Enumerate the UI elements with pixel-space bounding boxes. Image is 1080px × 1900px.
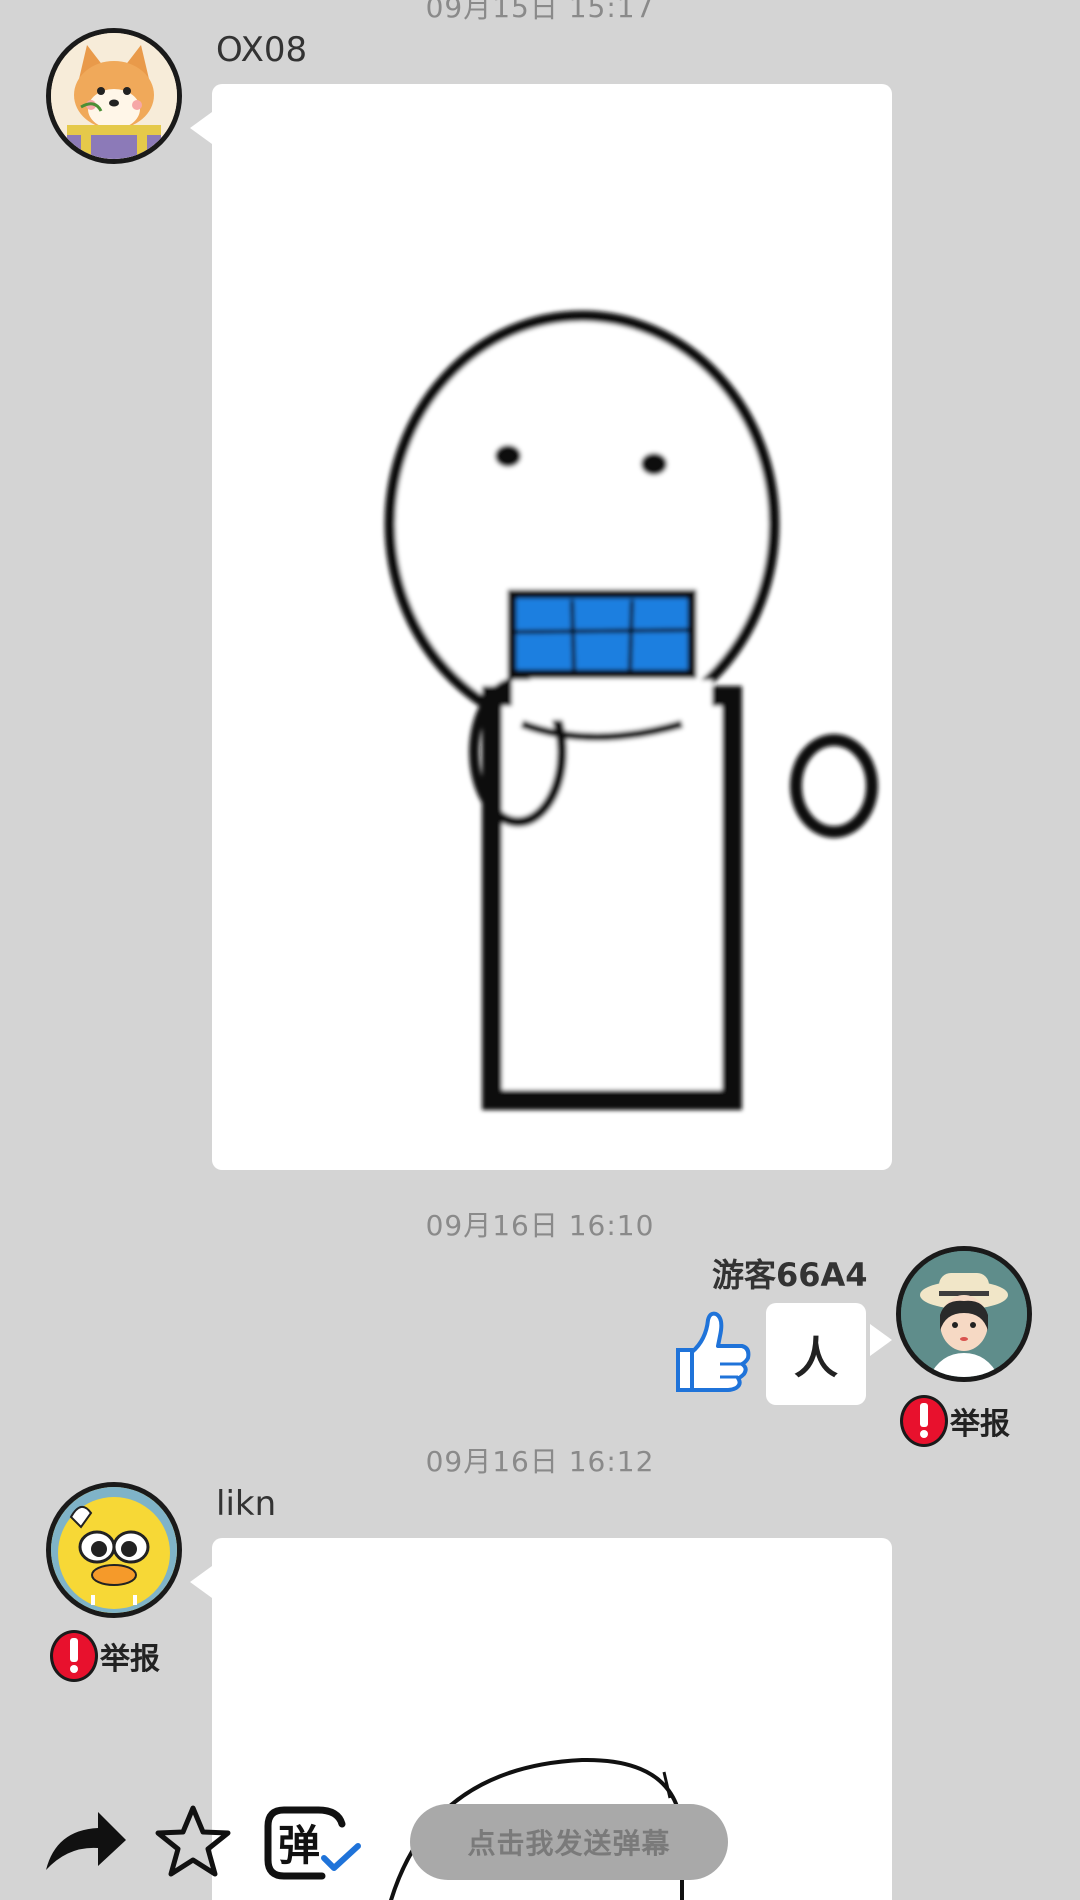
bubble-tail: [190, 112, 212, 144]
message-text: 人: [794, 1333, 838, 1384]
danmaku-input[interactable]: 点击我发送弹幕: [410, 1804, 728, 1880]
yellow-duck-avatar-icon: [51, 1487, 177, 1613]
girl-with-hat-avatar-icon: [901, 1251, 1027, 1377]
image-message-bubble[interactable]: [212, 84, 892, 1170]
thumbs-up-icon[interactable]: [672, 1310, 752, 1396]
bubble-tail: [870, 1324, 892, 1356]
username-guest: 游客66A4: [712, 1256, 868, 1294]
avatar-ox08[interactable]: [46, 28, 182, 164]
report-label: 举报: [100, 1642, 160, 1677]
text-message-bubble[interactable]: 人: [766, 1303, 866, 1405]
danmaku-glyph: 弹: [278, 1821, 320, 1870]
stickman-bathroom-sticker-icon: [384, 310, 878, 1110]
timestamp-2: 09月16日 16:10: [425, 1209, 655, 1242]
username-ox08: OX08: [216, 30, 308, 70]
exclamation-icon: [50, 1630, 98, 1682]
danmaku-toggle-icon[interactable]: 弹: [262, 1802, 364, 1884]
chat-page: 09月15日 15:17 OX08 09月16日 16:10 游客66A4 人 …: [0, 0, 1080, 1900]
username-likn: likn: [216, 1484, 277, 1524]
share-arrow-icon[interactable]: [42, 1808, 128, 1878]
timestamp-3: 09月16日 16:12: [425, 1445, 655, 1478]
report-label: 举报: [950, 1407, 1010, 1442]
star-icon[interactable]: [154, 1804, 232, 1880]
timestamp-1: 09月15日 15:17: [425, 0, 655, 24]
avatar-likn[interactable]: [46, 1482, 182, 1618]
shiba-dog-avatar-icon: [51, 33, 177, 159]
bottom-toolbar: 弹 点击我发送弹幕: [0, 1790, 1080, 1900]
avatar-guest[interactable]: [896, 1246, 1032, 1382]
report-button-likn[interactable]: 举报: [50, 1630, 160, 1682]
bubble-tail: [190, 1566, 212, 1598]
